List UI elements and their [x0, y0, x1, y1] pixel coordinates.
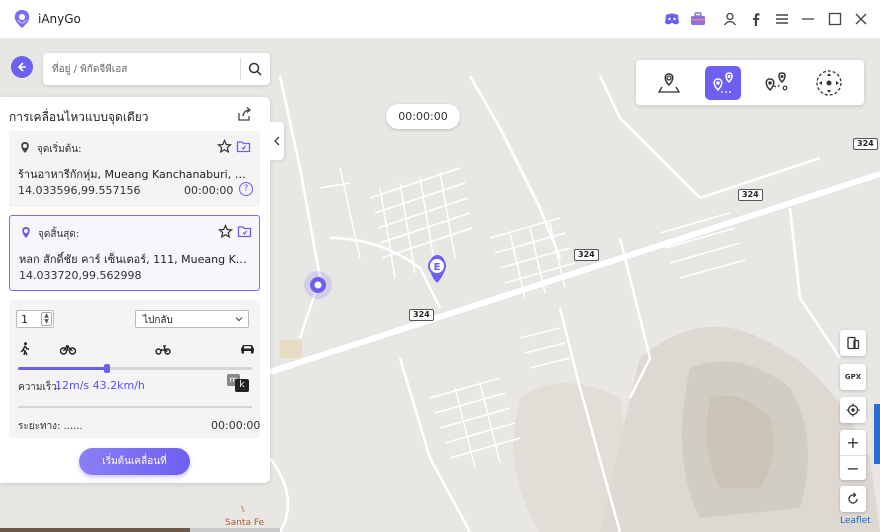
user-icon[interactable] — [722, 11, 738, 27]
end-pin-icon — [22, 227, 30, 238]
app-logo-icon — [14, 10, 30, 28]
poi-icon: ⑊ — [240, 505, 246, 515]
side-strip — [874, 404, 880, 464]
title-bar: iAnyGo — [0, 0, 880, 38]
refresh-icon — [848, 492, 858, 504]
search-icon[interactable] — [247, 61, 263, 77]
export-icon[interactable] — [236, 106, 252, 122]
repeat-count-value: 1 — [21, 313, 28, 326]
zoom-in-button[interactable]: + — [840, 430, 866, 455]
start-pin-icon — [21, 142, 29, 153]
route-panel: การเคลื่อนไหวแบบจุดเดียว จุดเริ่มต้น: ร้… — [0, 97, 270, 483]
start-point-card[interactable]: จุดเริ่มต้น: ร้านอาหารีกักหุ่ม, Mueang K… — [9, 131, 260, 207]
road-shield: 324 — [853, 138, 878, 150]
multi-stop-mode-icon — [765, 72, 788, 92]
chevron-left-icon — [274, 136, 280, 146]
star-icon[interactable] — [217, 139, 232, 154]
joystick-mode-button[interactable] — [811, 66, 847, 100]
stepper-arrows-icon[interactable]: ▲ ▼ — [41, 312, 52, 326]
repeat-count-stepper[interactable]: 1 ▲ ▼ — [16, 310, 54, 328]
road-shield: 324 — [409, 309, 434, 321]
help-icon[interactable]: ? — [239, 182, 253, 196]
back-button[interactable] — [11, 56, 33, 78]
motorbike-icon[interactable] — [155, 342, 171, 356]
road-shield: 324 — [574, 249, 599, 261]
start-coordinates: 14.033596,99.557156 — [18, 184, 141, 197]
chevron-down-icon — [235, 317, 243, 322]
panel-title: การเคลื่อนไหวแบบจุดเดียว — [9, 110, 149, 124]
folder-icon[interactable] — [237, 224, 252, 239]
road-shield: 324 — [738, 189, 763, 201]
zoom-control: + − — [840, 430, 866, 480]
start-label: จุดเริ่มต้น: — [37, 144, 82, 155]
collapse-panel-button[interactable] — [270, 122, 284, 160]
arrow-left-icon — [17, 62, 26, 72]
gpx-button[interactable]: GPX — [840, 364, 866, 390]
end-point-card[interactable]: จุดสิ้นสุด: หลก สักดิ์ชัย คาร์ เซ็นเตอร์… — [9, 215, 260, 291]
copy-icon — [847, 336, 860, 350]
zoom-out-button[interactable]: − — [840, 456, 866, 481]
leaflet-attribution[interactable]: Leaflet — [840, 516, 871, 526]
briefcase-icon[interactable] — [690, 11, 706, 27]
movement-controls: 1 ▲ ▼ ไปกลับ ความเร็ว: 12m/s 43.2km/h m k… — [9, 300, 260, 438]
search-input[interactable] — [52, 60, 240, 78]
start-time: 00:00:00 — [184, 184, 234, 197]
bicycle-icon[interactable] — [60, 342, 76, 356]
walk-icon[interactable] — [19, 342, 31, 356]
folder-icon[interactable] — [236, 139, 251, 154]
total-time: 00:00:00 — [211, 419, 261, 432]
distance-label: ระยะทาง: ...... — [18, 421, 83, 432]
reset-button[interactable] — [840, 486, 866, 512]
locate-me-button[interactable] — [840, 397, 866, 423]
discord-icon[interactable] — [664, 11, 680, 27]
end-coordinates: 14.033720,99.562998 — [19, 269, 142, 282]
unit-toggle[interactable]: m k — [227, 374, 249, 392]
teleport-mode-button[interactable] — [651, 66, 687, 100]
end-address: หลก สักดิ์ชัย คาร์ เซ็นเตอร์, 111, Muean… — [19, 253, 251, 266]
one-stop-mode-button[interactable] — [705, 66, 741, 100]
app-title: iAnyGo — [38, 12, 81, 26]
end-marker-letter: E — [434, 262, 441, 273]
divider — [18, 406, 252, 408]
one-stop-mode-icon — [713, 72, 733, 93]
loop-mode-value: ไปกลับ — [143, 315, 173, 326]
close-icon[interactable] — [853, 11, 869, 27]
copy-location-button[interactable] — [840, 330, 866, 356]
crosshair-icon — [846, 403, 860, 417]
menu-icon[interactable] — [774, 11, 790, 27]
start-address: ร้านอาหารีกักหุ่ม, Mueang Kanchanaburi, … — [18, 168, 250, 181]
loop-mode-select[interactable]: ไปกลับ — [135, 310, 249, 328]
car-icon[interactable] — [240, 342, 255, 356]
speed-value: 12m/s 43.2km/h — [55, 379, 145, 392]
maximize-icon[interactable] — [827, 11, 843, 27]
end-label: จุดสิ้นสุด: — [38, 229, 80, 240]
speed-slider[interactable] — [18, 364, 252, 373]
speed-slider-handle[interactable] — [103, 364, 110, 373]
mode-toolbar — [636, 60, 864, 105]
poi-label: Santa Fe — [225, 518, 265, 528]
timer-bubble: 00:00:00 — [386, 104, 460, 129]
unit-k: k — [235, 379, 249, 392]
joystick-mode-icon — [816, 70, 842, 96]
facebook-icon[interactable] — [748, 11, 764, 27]
multi-stop-mode-button[interactable] — [758, 66, 794, 100]
star-icon[interactable] — [218, 224, 233, 239]
start-moving-button[interactable]: เริ่มต้นเคลื่อนที่ — [79, 448, 190, 475]
speed-label: ความเร็ว: — [18, 382, 61, 393]
search-box — [43, 53, 270, 85]
search-divider — [240, 58, 241, 80]
minimize-icon[interactable] — [800, 11, 816, 27]
teleport-mode-icon — [657, 73, 681, 93]
speed-slider-fill — [18, 367, 107, 370]
